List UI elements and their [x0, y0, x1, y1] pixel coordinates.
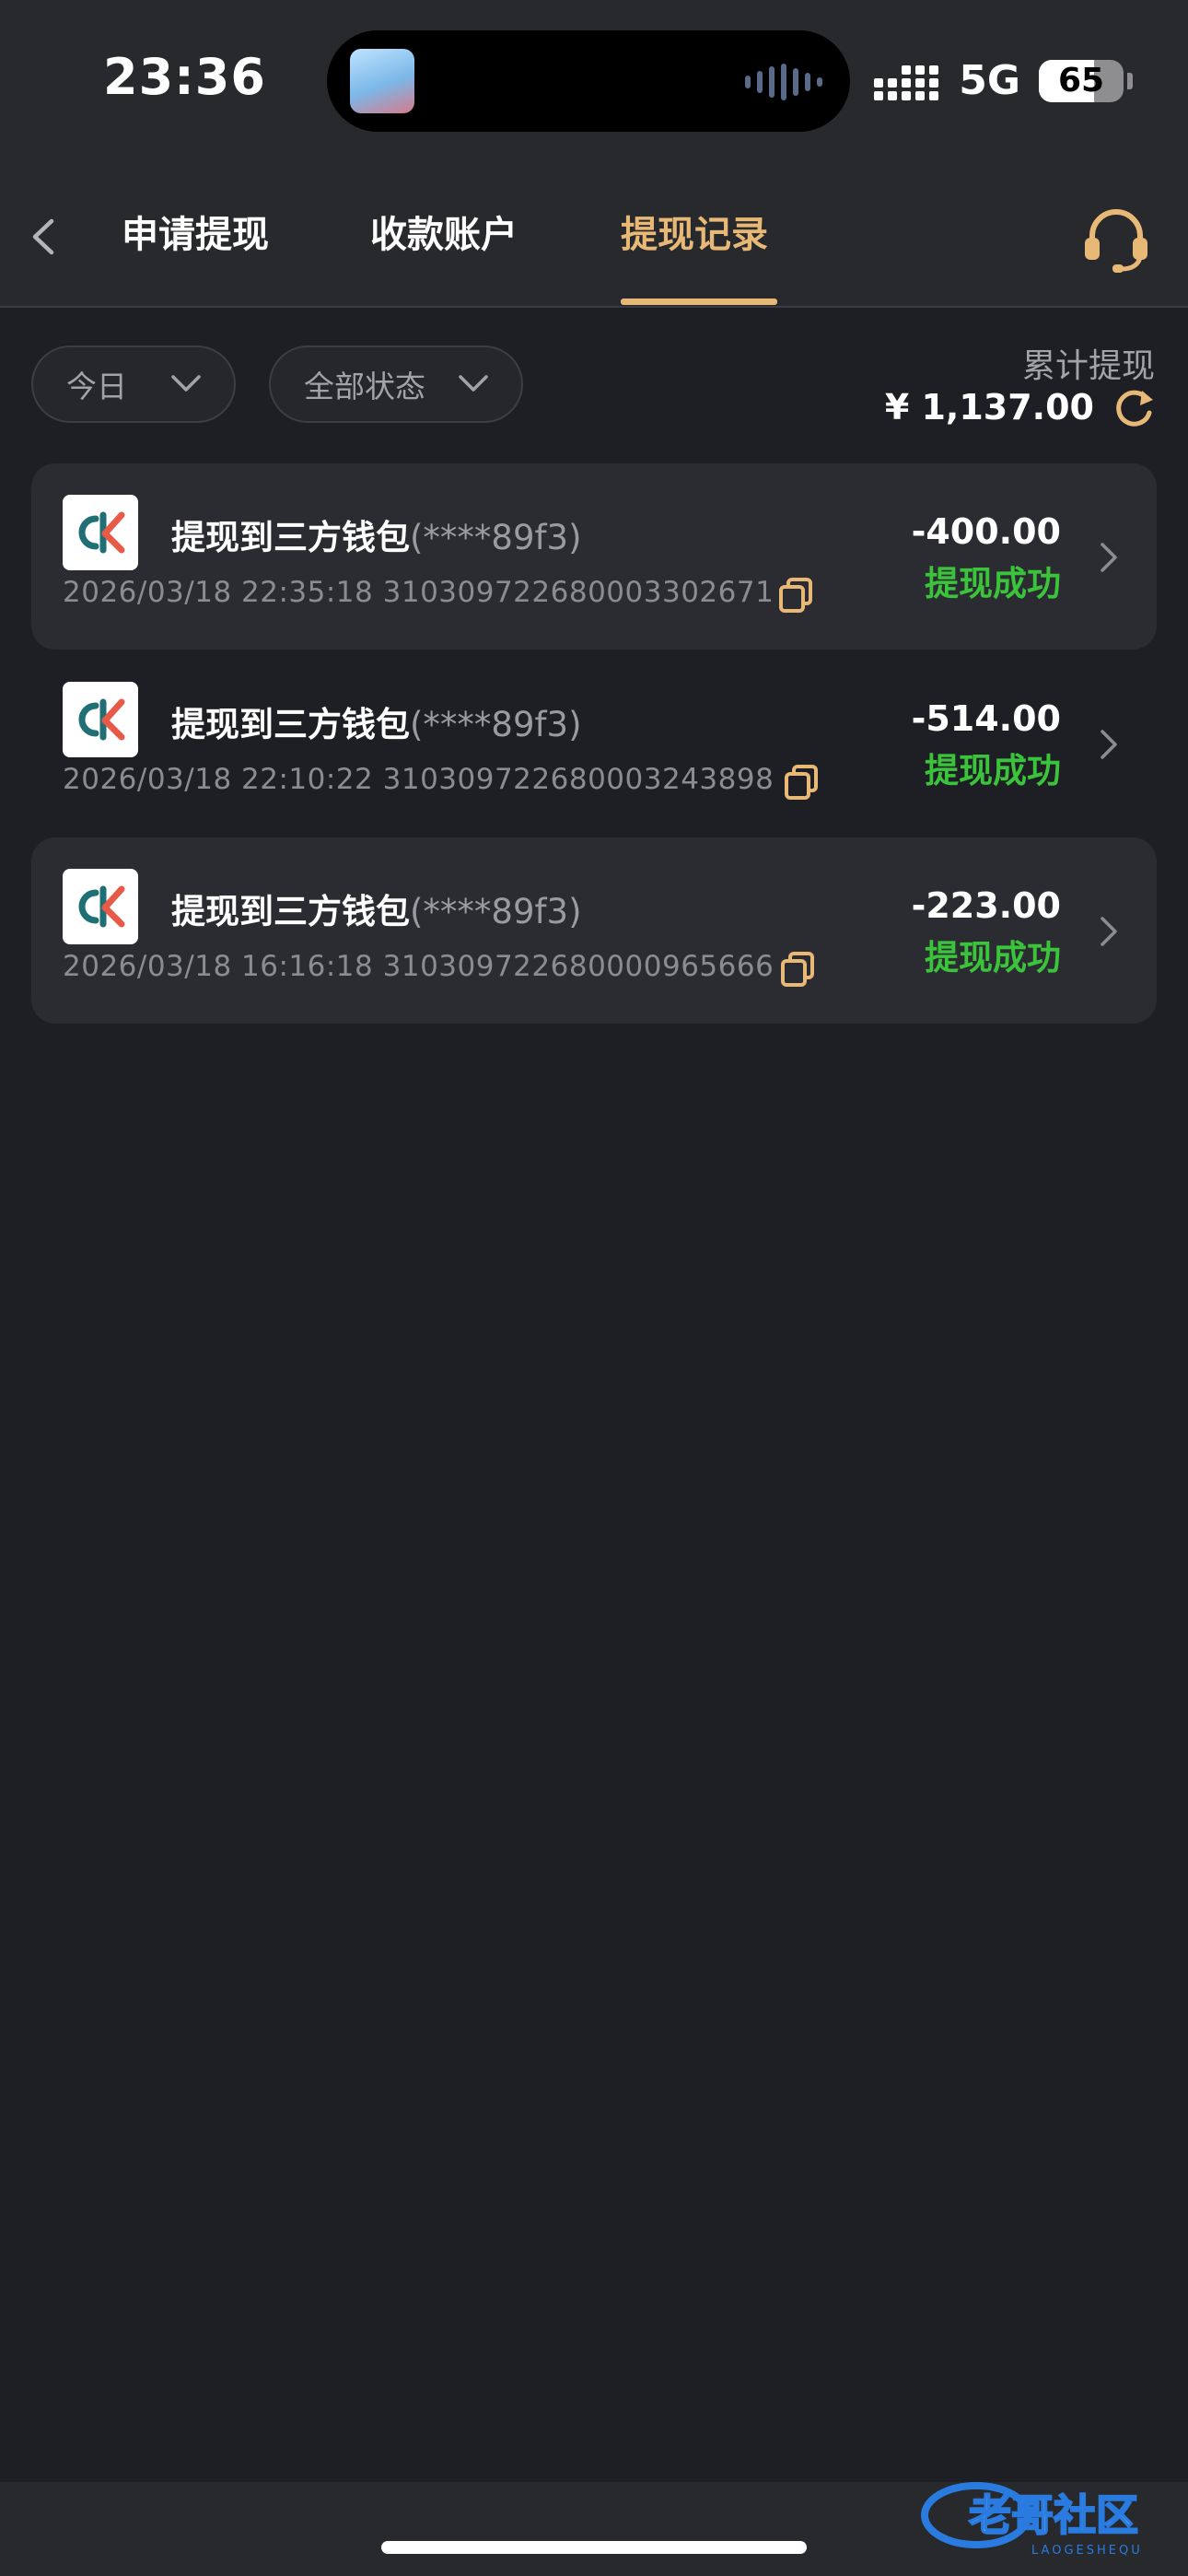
wallet-logo-icon: [63, 682, 138, 757]
home-indicator[interactable]: [381, 2541, 807, 2554]
record-meta: 2026/03/18 16:16:18 31030972268000096566…: [63, 950, 774, 983]
copy-icon[interactable]: [779, 950, 816, 989]
total-withdraw-value: ¥ 1,137.00: [884, 387, 1094, 427]
tab-apply-withdraw[interactable]: 申请提现: [122, 205, 269, 258]
record-title: 提现到三方钱包(****89f3): [171, 884, 582, 933]
record-datetime: 2026/03/18 22:10:22: [63, 763, 374, 796]
record-amount: -400.00: [911, 511, 1061, 552]
wallet-logo-icon: [63, 869, 138, 944]
chevron-left-icon[interactable]: [26, 214, 63, 260]
tab-withdraw-records[interactable]: 提现记录: [621, 205, 768, 258]
watermark-logo: 老哥社区 LAOGESHEQU: [921, 2482, 1143, 2558]
watermark-title: 老哥社区: [969, 2490, 1138, 2540]
record-title: 提现到三方钱包(****89f3): [171, 509, 582, 559]
chevron-right-icon: [1101, 917, 1117, 946]
record-type: 提现到三方钱包: [171, 518, 410, 557]
record-amount: -514.00: [911, 698, 1061, 739]
record-type: 提现到三方钱包: [171, 892, 410, 931]
dynamic-island[interactable]: [327, 30, 850, 132]
record-type: 提现到三方钱包: [171, 705, 410, 744]
record-amount: -223.00: [911, 885, 1061, 926]
date-filter-label: 今日: [66, 369, 127, 404]
record-status: 提现成功: [925, 751, 1061, 790]
record-account: (****89f3): [410, 518, 582, 557]
active-tab-indicator: [621, 299, 777, 305]
record-datetime: 2026/03/18 22:35:18: [63, 576, 374, 609]
tab-payee-account[interactable]: 收款账户: [370, 205, 518, 258]
battery-icon: 65: [1039, 59, 1124, 102]
watermark-subtitle: LAOGESHEQU: [1031, 2544, 1143, 2558]
status-filter-label: 全部状态: [304, 369, 425, 404]
now-playing-artwork: [350, 49, 414, 113]
chevron-right-icon: [1101, 730, 1117, 759]
copy-icon[interactable]: [777, 576, 814, 615]
record-order-no: 310309722680000965666: [382, 950, 775, 983]
date-filter-dropdown[interactable]: 今日: [31, 345, 236, 423]
record-order-no: 310309722680003243898: [382, 763, 775, 796]
record-account: (****89f3): [410, 892, 582, 931]
network-type: 5G: [959, 57, 1020, 104]
withdraw-record[interactable]: 提现到三方钱包(****89f3) 2026/03/18 22:10:22 31…: [31, 650, 1157, 837]
refresh-icon[interactable]: [1111, 385, 1157, 431]
chevron-down-icon: [171, 375, 201, 392]
cellular-signal-icon: [874, 62, 939, 100]
status-bar: 23:36 5G 65: [0, 0, 1188, 166]
copy-icon[interactable]: [783, 763, 820, 802]
record-title: 提现到三方钱包(****89f3): [171, 697, 582, 746]
record-account: (****89f3): [410, 705, 582, 744]
status-filter-dropdown[interactable]: 全部状态: [269, 345, 523, 423]
battery-level: 65: [1057, 61, 1105, 100]
record-status: 提现成功: [925, 564, 1061, 603]
audio-wave-icon: [745, 64, 822, 100]
record-meta: 2026/03/18 22:35:18 31030972268000330267…: [63, 576, 774, 609]
chevron-down-icon: [459, 375, 488, 392]
total-withdraw-label: 累计提现: [1021, 347, 1155, 385]
status-time: 23:36: [103, 48, 266, 106]
tab-header: 申请提现 收款账户 提现记录: [0, 166, 1188, 308]
withdraw-record[interactable]: 提现到三方钱包(****89f3) 2026/03/18 16:16:18 31…: [31, 837, 1157, 1024]
wallet-logo-icon: [63, 495, 138, 570]
record-meta: 2026/03/18 22:10:22 31030972268000324389…: [63, 763, 774, 796]
withdraw-record[interactable]: 提现到三方钱包(****89f3) 2026/03/18 22:35:18 31…: [31, 463, 1157, 650]
record-status: 提现成功: [925, 938, 1061, 978]
record-order-no: 310309722680003302671: [382, 576, 775, 609]
record-datetime: 2026/03/18 16:16:18: [63, 950, 374, 983]
status-indicators: 5G 65: [874, 57, 1133, 104]
headset-icon[interactable]: [1079, 203, 1153, 276]
chevron-right-icon: [1101, 543, 1117, 572]
